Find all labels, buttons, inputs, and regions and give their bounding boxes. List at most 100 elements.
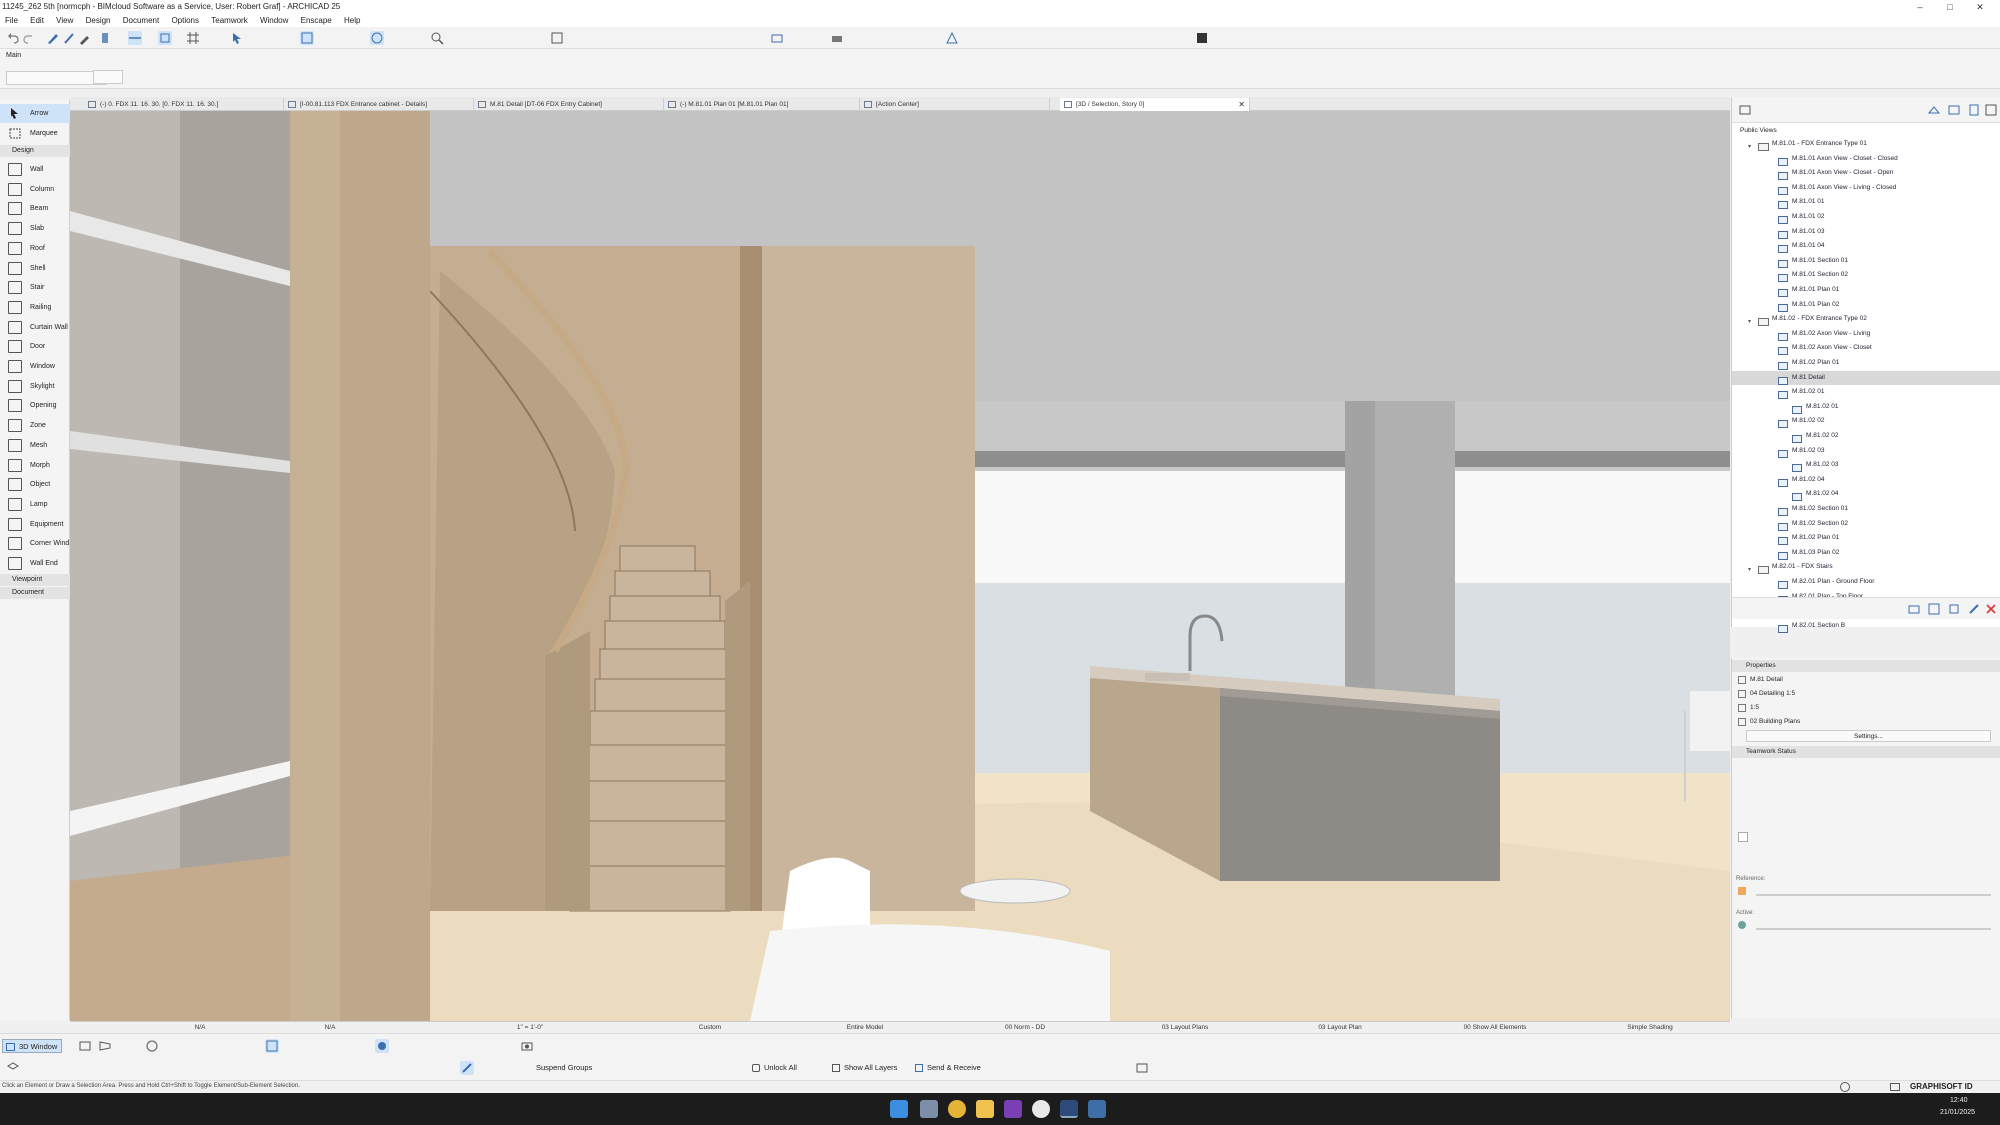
3d-viewport[interactable]: [70, 111, 1730, 1021]
close-button[interactable]: ✕: [1970, 1, 1990, 13]
close-tab-icon[interactable]: ✕: [1238, 98, 1245, 111]
view-item[interactable]: M.81.02 Axon View - Living: [1732, 327, 2000, 341]
view-item[interactable]: M.81.01 Axon View - Closet - Open: [1732, 166, 2000, 181]
view-item[interactable]: M.81.02 02: [1732, 414, 2000, 429]
pick-up-icon[interactable]: [46, 31, 60, 45]
tool-zone[interactable]: Zone: [0, 416, 70, 435]
view-item[interactable]: M.81.02 01: [1732, 400, 2000, 414]
tool-stair[interactable]: Stair: [0, 278, 70, 297]
print-icon[interactable]: [830, 31, 844, 45]
settings-button[interactable]: Settings...: [1746, 730, 1991, 742]
tab-entrance-cabinet-details[interactable]: [I-00.81.113 FDX Entrance cabinet - Deta…: [284, 98, 474, 111]
menu-edit[interactable]: Edit: [25, 14, 49, 25]
tool-opening[interactable]: Opening: [0, 396, 70, 415]
archicad-secondary-icon[interactable]: [1088, 1100, 1106, 1118]
chrome-icon[interactable]: [948, 1100, 966, 1118]
view-item[interactable]: M.81.02 01: [1732, 385, 2000, 400]
tool-lamp[interactable]: Lamp: [0, 495, 70, 514]
active-slider[interactable]: [1756, 928, 1991, 930]
tool-equipment[interactable]: Equipment: [0, 515, 70, 534]
tool-slab[interactable]: Slab: [0, 219, 70, 238]
windows-start-icon[interactable]: [890, 1100, 908, 1118]
cursor-icon[interactable]: [230, 31, 244, 45]
tool-window[interactable]: Window: [0, 357, 70, 376]
reference-slider[interactable]: [1756, 894, 1991, 896]
tab-m81-detail[interactable]: M.81 Detail [DT-06 FDX Entry Cabinet]: [474, 98, 664, 111]
tool-curtain-wall[interactable]: Curtain Wall: [0, 318, 70, 337]
view-item[interactable]: M.81.02 Section 02: [1732, 517, 2000, 531]
delete-icon[interactable]: [1984, 602, 1998, 616]
tool-morph[interactable]: Morph: [0, 456, 70, 475]
perspective-view-icon[interactable]: [98, 1039, 112, 1053]
project-map-icon[interactable]: [1927, 103, 1941, 117]
tool-object[interactable]: Object: [0, 475, 70, 494]
menu-design[interactable]: Design: [81, 14, 116, 25]
menu-view[interactable]: View: [51, 14, 78, 25]
layout-book-icon[interactable]: [1967, 103, 1981, 117]
toolbox-group-design[interactable]: Design: [0, 145, 70, 157]
tool-railing[interactable]: Railing: [0, 298, 70, 317]
view-item[interactable]: M.81.01 Axon View - Closet - Closed: [1732, 152, 2000, 166]
tool-roof[interactable]: Roof: [0, 239, 70, 258]
menu-options[interactable]: Options: [166, 14, 204, 25]
view-item[interactable]: M.81.03 Plan 02: [1732, 546, 2000, 560]
tool-mesh[interactable]: Mesh: [0, 436, 70, 455]
tool-marquee[interactable]: Marquee: [0, 124, 70, 143]
view-folder[interactable]: ▾ M.81.01 - FDX Entrance Type 01: [1732, 137, 2000, 151]
view-map-icon[interactable]: [1947, 103, 1961, 117]
3d-cutaway-toggle-icon[interactable]: [265, 1039, 279, 1053]
view-item[interactable]: M.81.02 04: [1732, 487, 2000, 502]
toolbox-group-document[interactable]: Document: [0, 587, 70, 599]
tool-beam[interactable]: Beam: [0, 199, 70, 218]
view-item[interactable]: M.81.02 03: [1732, 444, 2000, 458]
tab-m8101-plan[interactable]: (-) M.81.01 Plan 01 [M.81.01 Plan 01]: [664, 98, 860, 111]
tool-door[interactable]: Door: [0, 337, 70, 356]
view-item[interactable]: M.81.01 Section 02: [1732, 268, 2000, 283]
eyedropper-icon[interactable]: [78, 31, 92, 45]
3d-window-button[interactable]: 3D Window: [2, 1039, 63, 1053]
tool-column[interactable]: Column: [0, 180, 70, 199]
archicad-icon[interactable]: [1060, 1100, 1078, 1118]
zoom-icon[interactable]: [430, 31, 444, 45]
redo-icon[interactable]: [22, 31, 36, 45]
send-receive-button[interactable]: Send & Receive: [915, 1061, 981, 1075]
render-icon[interactable]: [945, 31, 959, 45]
menu-enscape[interactable]: Enscape: [296, 14, 337, 25]
snap-guides-icon[interactable]: [128, 31, 142, 45]
tool-wall-end[interactable]: Wall End: [0, 554, 70, 573]
view-item[interactable]: M.81 Detail: [1732, 370, 2000, 385]
graphisoft-id-brand[interactable]: GRAPHISOFT ID: [1910, 1082, 1973, 1091]
parallel-view-icon[interactable]: [78, 1039, 92, 1053]
view-item[interactable]: M.81.01 03: [1732, 225, 2000, 239]
selection-method-dropdown[interactable]: [93, 70, 123, 84]
save-view-icon[interactable]: [1927, 602, 1941, 616]
view-item[interactable]: M.82.01 Plan - Ground Floor: [1732, 575, 2000, 589]
tool-shell[interactable]: Shell: [0, 259, 70, 278]
3d-style-icon[interactable]: [375, 1039, 389, 1053]
onenote-icon[interactable]: [1004, 1100, 1022, 1118]
app-icon[interactable]: [1032, 1100, 1050, 1118]
view-item[interactable]: M.81.02 Axon View - Closet: [1732, 341, 2000, 356]
properties-header[interactable]: Properties: [1732, 660, 2000, 672]
publish-icon[interactable]: [770, 31, 784, 45]
settings-icon[interactable]: [920, 1100, 938, 1118]
arrow-tool-options[interactable]: [6, 71, 106, 85]
view-item[interactable]: M.81.01 04: [1732, 239, 2000, 254]
menu-teamwork[interactable]: Teamwork: [206, 14, 252, 25]
view-item[interactable]: M.81.02 03: [1732, 458, 2000, 473]
menu-window[interactable]: Window: [255, 14, 293, 25]
view-item[interactable]: M.81.01 01: [1732, 195, 2000, 210]
publisher-icon[interactable]: [1984, 103, 1998, 117]
navigator-options-icon[interactable]: [1738, 103, 1752, 117]
menu-help[interactable]: Help: [339, 14, 365, 25]
enscape-icon[interactable]: [1195, 31, 1209, 45]
tool-wall[interactable]: Wall: [0, 160, 70, 179]
layers-toggle-icon[interactable]: [6, 1061, 20, 1075]
layout-icon[interactable]: [550, 31, 564, 45]
tab-action-center[interactable]: [Action Center]: [860, 98, 1050, 111]
unlock-all-button[interactable]: Unlock All: [752, 1061, 797, 1075]
trace-icon[interactable]: [158, 31, 172, 45]
suspend-groups-button[interactable]: Suspend Groups: [532, 1061, 592, 1075]
view-item[interactable]: M.81.01 Section 01: [1732, 254, 2000, 268]
new-folder-icon[interactable]: [1907, 602, 1921, 616]
